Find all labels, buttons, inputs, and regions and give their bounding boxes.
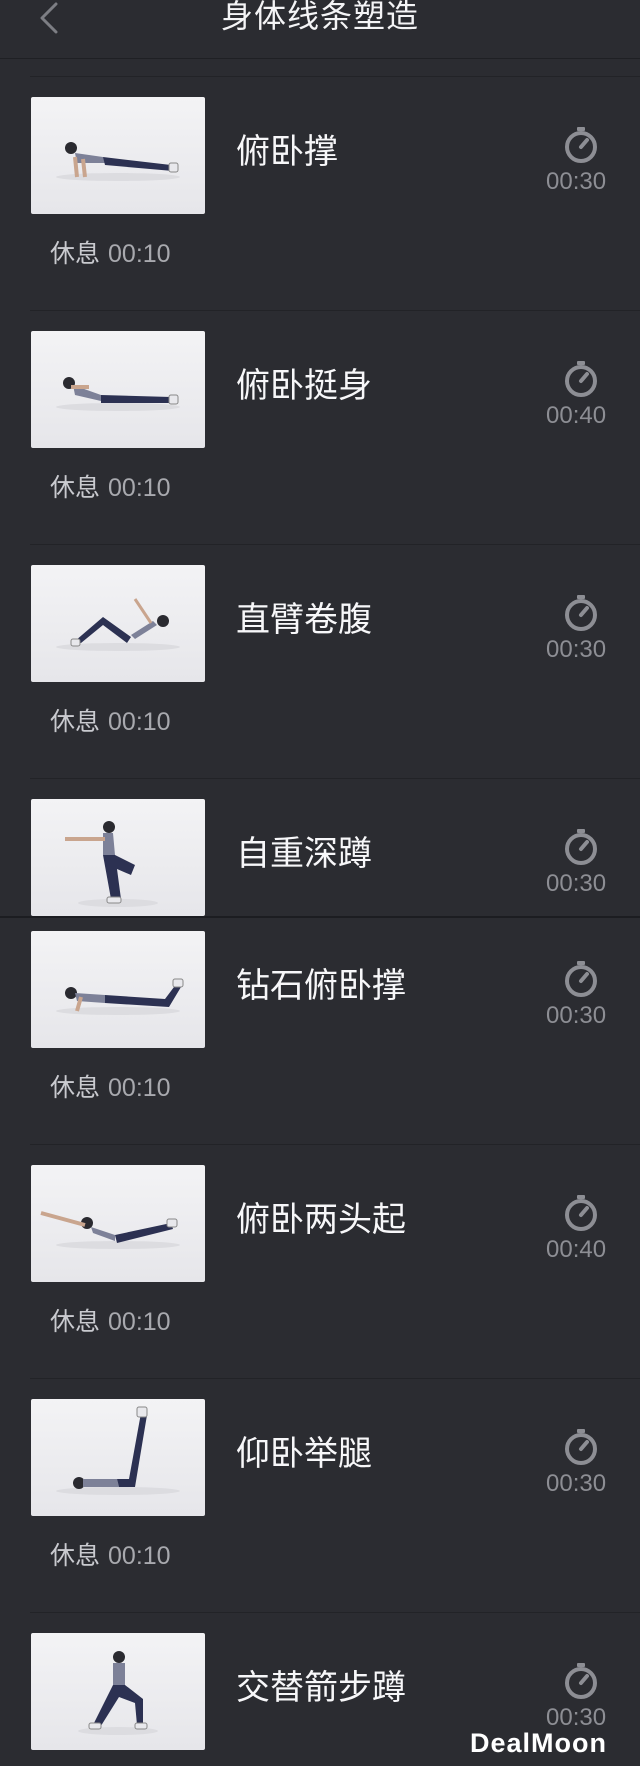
row-separator: [30, 310, 640, 311]
diamond-pushup-figure-image: [56, 978, 184, 1015]
leg-raise-figure-image: [56, 1406, 180, 1495]
exercise-thumbnail-crunch[interactable]: [31, 565, 205, 682]
squat-figure-image: [65, 821, 158, 907]
stopwatch-icon: [565, 1429, 597, 1465]
exercise-name[interactable]: 钻石俯卧撑: [236, 966, 406, 1006]
row-separator: [30, 76, 640, 77]
exercise-row[interactable]: 俯卧撑 00:30 休息 00:10: [0, 76, 640, 310]
back-extension-figure-image: [56, 377, 180, 411]
rest-time: 00:10: [108, 1542, 171, 1570]
exercise-name[interactable]: 俯卧挺身: [236, 366, 372, 406]
exercise-duration: 00:40: [546, 402, 607, 429]
rest-time: 00:10: [108, 708, 171, 736]
exercise-list-part-2: 钻石俯卧撑 00:30 休息 00:10 俯卧两头起 00:40 休息 00:1…: [0, 918, 640, 1766]
rest-interval: 休息 00:10: [50, 472, 171, 504]
rest-time: 00:10: [108, 1074, 171, 1102]
watermark-text: DealMoon: [470, 1728, 608, 1758]
rest-label: 休息: [50, 707, 101, 736]
row-separator: [30, 1144, 640, 1145]
exercise-thumbnail-leg-raise[interactable]: [31, 1399, 205, 1516]
superman-figure-image: [40, 1211, 180, 1249]
exercise-thumbnail-lunge[interactable]: [31, 1633, 205, 1750]
plank-figure-image: [56, 142, 180, 181]
exercise-name[interactable]: 俯卧撑: [236, 132, 338, 172]
rest-interval: 休息 00:10: [50, 238, 171, 270]
row-separator: [30, 544, 640, 545]
exercise-name[interactable]: 自重深蹲: [236, 834, 372, 874]
exercise-thumbnail-superman[interactable]: [31, 1165, 205, 1282]
exercise-duration: 00:30: [546, 870, 607, 897]
rest-label: 休息: [50, 239, 101, 268]
row-separator: [30, 1378, 640, 1379]
exercise-thumbnail-pushup[interactable]: [31, 97, 205, 214]
rest-label: 休息: [50, 473, 101, 502]
exercise-row[interactable]: 钻石俯卧撑 00:30 休息 00:10: [0, 918, 640, 1144]
exercise-name[interactable]: 仰卧举腿: [236, 1434, 372, 1474]
exercise-duration: 00:30: [546, 168, 607, 195]
exercise-row[interactable]: 仰卧举腿 00:30 休息 00:10: [0, 1378, 640, 1612]
rest-label: 休息: [50, 1541, 101, 1570]
exercise-thumbnail-back-extension[interactable]: [31, 331, 205, 448]
rest-interval: 休息 00:10: [50, 1306, 171, 1338]
exercise-duration: 00:30: [546, 1002, 607, 1029]
stopwatch-icon: [565, 1663, 597, 1699]
exercise-duration: 00:30: [546, 1470, 607, 1497]
page-title: 身体线条塑造: [220, 0, 419, 35]
row-separator: [30, 778, 640, 779]
rest-interval: 休息 00:10: [50, 706, 171, 738]
row-separator: [30, 1612, 640, 1613]
exercise-list-part-1: 俯卧撑 00:30 休息 00:10 俯卧挺身 00:40 休息 00:10 直…: [0, 76, 640, 916]
stopwatch-icon: [565, 961, 597, 997]
rest-interval: 休息 00:10: [50, 1540, 171, 1572]
stopwatch-icon: [565, 361, 597, 397]
crunch-figure-image: [56, 598, 180, 651]
exercise-name[interactable]: 直臂卷腹: [236, 600, 372, 640]
exercise-name[interactable]: 俯卧两头起: [236, 1200, 406, 1240]
stopwatch-icon: [565, 1195, 597, 1231]
exercise-row[interactable]: 自重深蹲 00:30: [0, 778, 640, 916]
stopwatch-icon: [565, 829, 597, 865]
stopwatch-icon: [565, 127, 597, 163]
exercise-duration: 00:40: [546, 1236, 607, 1263]
app-header: 身体线条塑造: [0, 0, 640, 59]
stopwatch-icon: [565, 595, 597, 631]
rest-time: 00:10: [108, 240, 171, 268]
rest-label: 休息: [50, 1307, 101, 1336]
exercise-thumbnail-squat[interactable]: [31, 799, 205, 916]
exercise-thumbnail-diamond-pushup[interactable]: [31, 931, 205, 1048]
rest-label: 休息: [50, 1073, 101, 1102]
lunge-figure-image: [78, 1651, 158, 1735]
exercise-duration: 00:30: [546, 636, 607, 663]
rest-interval: 休息 00:10: [50, 1072, 171, 1104]
exercise-name[interactable]: 交替箭步蹲: [236, 1668, 406, 1708]
exercise-row[interactable]: 俯卧挺身 00:40 休息 00:10: [0, 310, 640, 544]
exercise-row[interactable]: 直臂卷腹 00:30 休息 00:10: [0, 544, 640, 778]
rest-time: 00:10: [108, 1308, 171, 1336]
rest-time: 00:10: [108, 474, 171, 502]
exercise-row[interactable]: 俯卧两头起 00:40 休息 00:10: [0, 1144, 640, 1378]
